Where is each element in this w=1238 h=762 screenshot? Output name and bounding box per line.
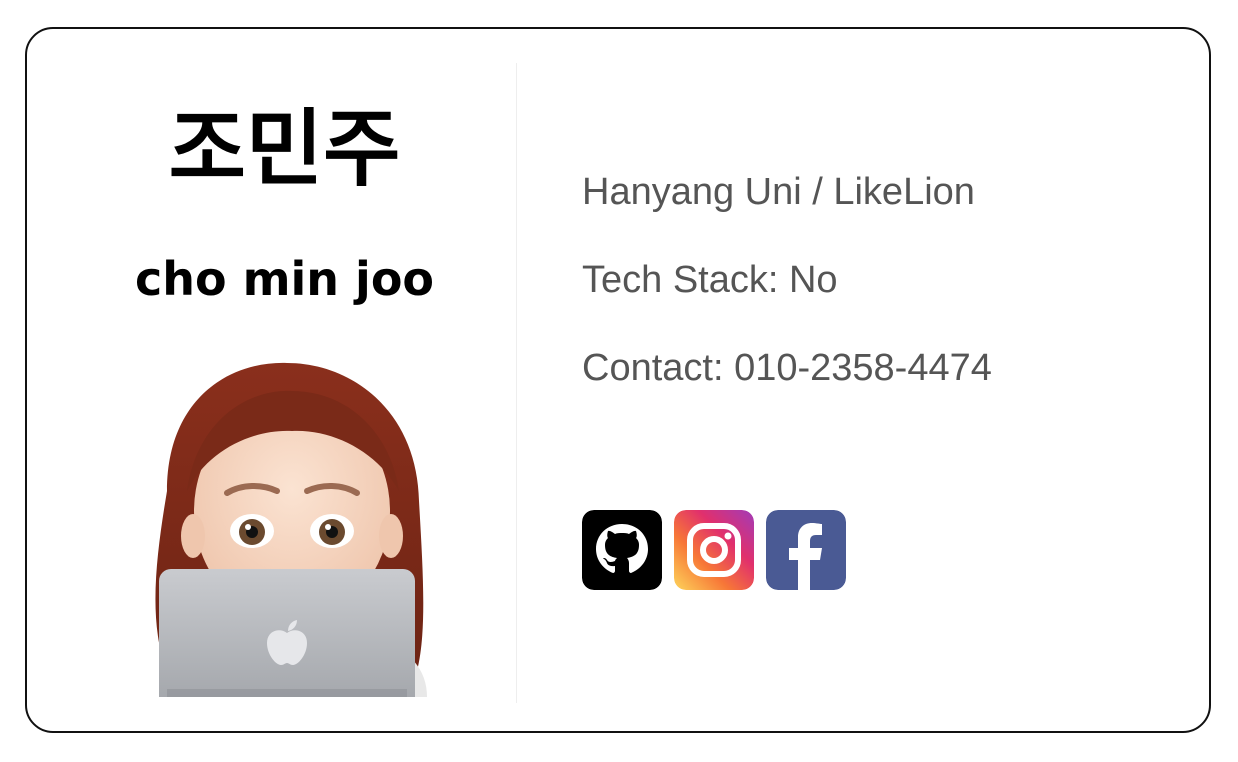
social-links [582, 510, 846, 590]
github-link[interactable] [582, 510, 662, 590]
vertical-divider [516, 63, 517, 703]
card-left-panel: 조민주 cho min joo [27, 29, 516, 731]
name-english: cho min joo [134, 252, 435, 306]
memoji-avatar-illustration [155, 362, 427, 723]
facebook-link[interactable] [766, 510, 846, 590]
github-icon [582, 510, 662, 590]
tech-stack-text: Tech Stack: No [582, 259, 838, 301]
facebook-icon [766, 510, 846, 590]
avatar [127, 341, 447, 723]
contact-text: Contact: 010-2358-4474 [582, 347, 992, 389]
instagram-link[interactable] [674, 510, 754, 590]
instagram-icon [674, 510, 754, 590]
business-card: 조민주 cho min joo Hanyang Uni / LikeLion T… [25, 27, 1211, 733]
name-korean: 조민주 [168, 100, 401, 198]
affiliation-text: Hanyang Uni / LikeLion [582, 171, 975, 213]
